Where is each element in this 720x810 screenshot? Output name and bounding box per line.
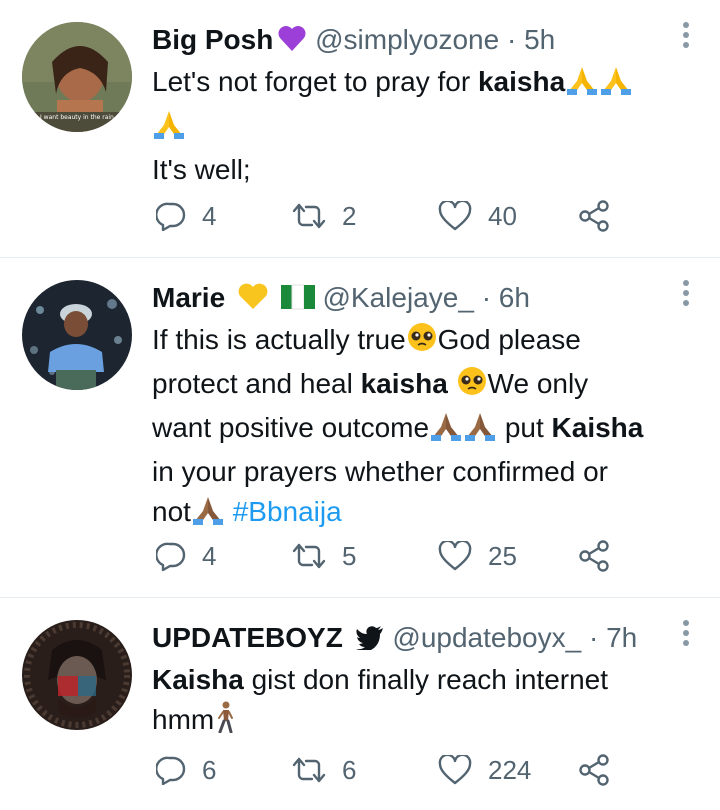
- like-button[interactable]: 224: [438, 750, 531, 790]
- tweet-text-segment: God please: [437, 324, 581, 355]
- share-button[interactable]: [578, 536, 626, 576]
- like-count: 224: [488, 754, 532, 785]
- retweet-count: 6: [342, 754, 357, 785]
- reply-count: 4: [202, 200, 217, 231]
- display-name[interactable]: UPDATEBOYZ: [152, 622, 343, 653]
- yellow-heart-icon: [237, 281, 269, 321]
- avatar-caption: I want beauty in the rain: [40, 114, 114, 121]
- retweet-icon: [292, 543, 326, 569]
- retweet-button[interactable]: 5: [292, 536, 356, 576]
- tweet-actions: 4 5 25: [152, 536, 652, 576]
- tweet-text-segment: protect and heal: [152, 368, 361, 399]
- share-button[interactable]: [578, 750, 626, 790]
- person-walking-emoji-icon: [214, 701, 236, 744]
- pray-emoji-icon: [463, 409, 497, 452]
- share-icon: [579, 540, 609, 572]
- tweet-text-segment: put: [497, 412, 552, 443]
- retweet-button[interactable]: 6: [292, 750, 356, 790]
- timestamp[interactable]: 7h: [606, 622, 637, 653]
- reply-button[interactable]: 4: [156, 536, 216, 576]
- share-icon: [579, 754, 609, 786]
- like-button[interactable]: 40: [438, 196, 517, 236]
- like-button[interactable]: 25: [438, 536, 517, 576]
- reply-count: 4: [202, 540, 217, 571]
- tweet-text: Kaisha gist don finally reach internet h…: [152, 660, 700, 744]
- tweet-text-segment: want positive outcome: [152, 412, 430, 443]
- retweet-button[interactable]: 2: [292, 196, 356, 236]
- tweet-text-segment: If this is actually true: [152, 324, 406, 355]
- reply-count: 6: [202, 754, 217, 785]
- tweet[interactable]: UPDATEBOYZ @updateboyx_ · 7h Kaisha gist…: [0, 598, 720, 810]
- avatar[interactable]: [22, 620, 132, 730]
- purple-heart-icon: [277, 23, 307, 63]
- separator-dot: ·: [506, 24, 517, 55]
- pray-emoji-icon: [599, 63, 633, 106]
- tweet-header: Big Posh @simplyozone · 5h: [152, 20, 555, 63]
- retweet-icon: [292, 203, 326, 229]
- like-icon: [438, 541, 472, 571]
- retweet-count: 5: [342, 540, 357, 571]
- hashtag-link[interactable]: #Bbnaija: [233, 496, 342, 527]
- user-handle[interactable]: @updateboyx_: [392, 622, 581, 653]
- avatar[interactable]: I want beauty in the rain: [22, 22, 132, 132]
- tweet-text-segment: gist don finally reach internet: [243, 664, 609, 695]
- pleading-emoji-icon: [456, 365, 488, 408]
- like-icon: [438, 201, 472, 231]
- reply-button[interactable]: 6: [156, 750, 216, 790]
- nigeria-flag-icon: [280, 281, 315, 321]
- share-button[interactable]: [578, 196, 626, 236]
- share-icon: [579, 200, 609, 232]
- tweet-text-bold: kaisha: [360, 368, 448, 399]
- more-icon[interactable]: [682, 280, 690, 308]
- display-name[interactable]: Big Posh: [152, 24, 273, 55]
- pray-emoji-icon: [429, 409, 463, 452]
- like-count: 40: [488, 200, 517, 231]
- pleading-emoji-icon: [406, 321, 438, 364]
- tweet-text: Let's not forget to pray for kaisha It's…: [152, 62, 700, 190]
- separator-dot: ·: [588, 622, 599, 653]
- tweet[interactable]: I want beauty in the rain Big Posh @simp…: [0, 0, 720, 258]
- timestamp[interactable]: 6h: [499, 282, 530, 313]
- tweet-header: UPDATEBOYZ @updateboyx_ · 7h: [152, 618, 637, 661]
- tweet-actions: 6 6 224: [152, 750, 652, 790]
- tweet-feed: I want beauty in the rain Big Posh @simp…: [0, 0, 720, 810]
- tweet-header: Marie @Kalejaye_ · 6h: [152, 278, 530, 321]
- tweet-actions: 4 2 40: [152, 196, 652, 236]
- tweet-text-segment: not: [152, 496, 191, 527]
- tweet-text-bold: Kaisha: [551, 412, 644, 443]
- display-name[interactable]: Marie: [152, 282, 225, 313]
- pray-emoji-icon: [191, 493, 225, 536]
- retweet-icon: [292, 757, 326, 783]
- avatar[interactable]: [22, 280, 132, 390]
- reply-icon: [156, 756, 186, 785]
- more-icon[interactable]: [682, 620, 690, 648]
- tweet-text-bold: Kaisha: [152, 664, 244, 695]
- reply-icon: [156, 202, 186, 231]
- more-icon[interactable]: [682, 22, 690, 50]
- like-count: 25: [488, 540, 517, 571]
- tweet[interactable]: Marie @Kalejaye_ · 6h If this is actuall…: [0, 258, 720, 598]
- timestamp[interactable]: 5h: [524, 24, 555, 55]
- tweet-text-segment: hmm: [152, 704, 215, 735]
- like-icon: [438, 755, 472, 785]
- tweet-text-line: in your prayers whether confirmed or: [152, 456, 608, 487]
- pray-emoji-icon: [152, 107, 186, 150]
- reply-button[interactable]: 4: [156, 196, 216, 236]
- retweet-count: 2: [342, 200, 357, 231]
- tweet-text-bold: kaisha: [477, 66, 566, 97]
- user-handle[interactable]: @simplyozone: [315, 24, 499, 55]
- tweet-text-line: It's well;: [152, 154, 251, 185]
- tweet-text: If this is actually true God please prote…: [152, 320, 700, 536]
- tweet-text-segment: We only: [487, 368, 589, 399]
- twitter-bird-icon: [355, 621, 385, 661]
- user-handle[interactable]: @Kalejaye_: [323, 282, 474, 313]
- pray-emoji-icon: [565, 63, 599, 106]
- tweet-text-segment: Let's not forget to pray for: [152, 66, 478, 97]
- reply-icon: [156, 542, 186, 571]
- separator-dot: ·: [481, 282, 492, 313]
